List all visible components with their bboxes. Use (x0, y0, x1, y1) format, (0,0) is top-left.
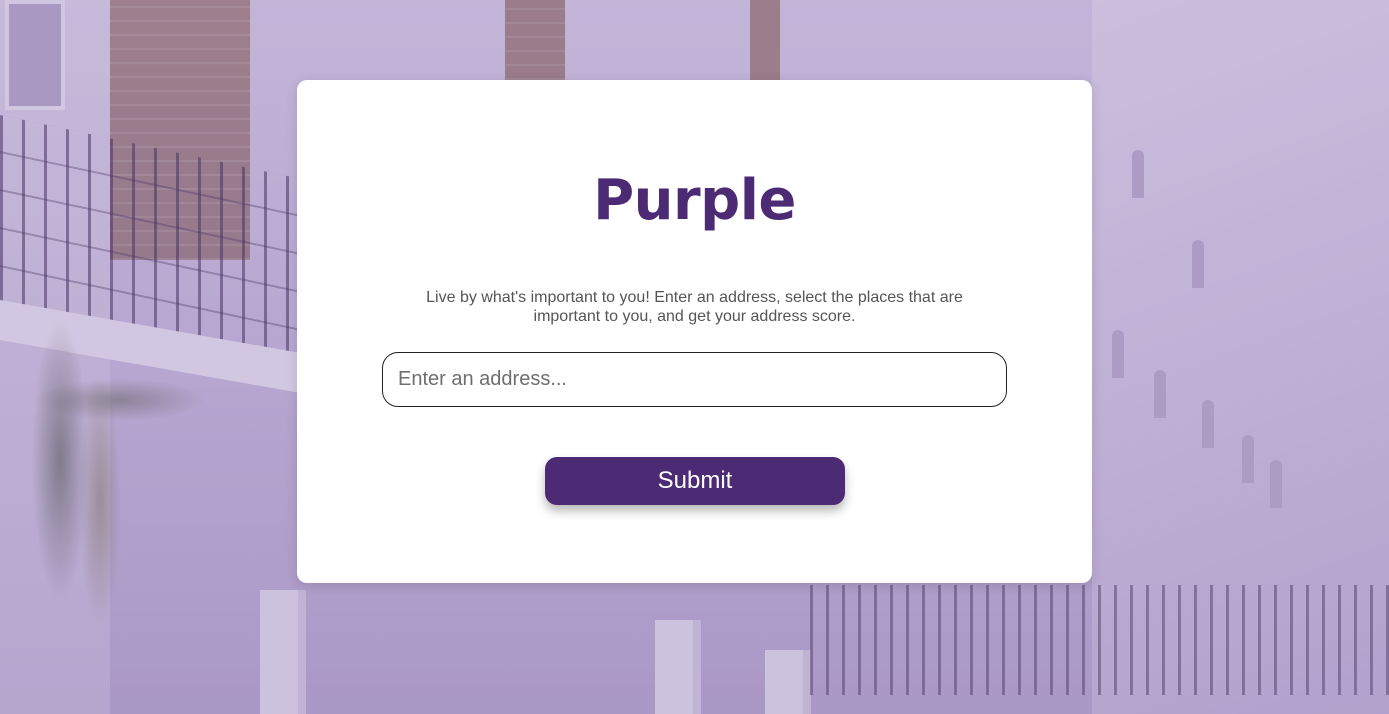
brand-title: Purple (593, 168, 796, 233)
submit-button[interactable]: Submit (545, 457, 845, 505)
address-input[interactable] (382, 352, 1007, 407)
tagline: Live by what's important to you! Enter a… (426, 289, 963, 325)
address-card: Purple Live by what's important to you! … (297, 80, 1092, 583)
